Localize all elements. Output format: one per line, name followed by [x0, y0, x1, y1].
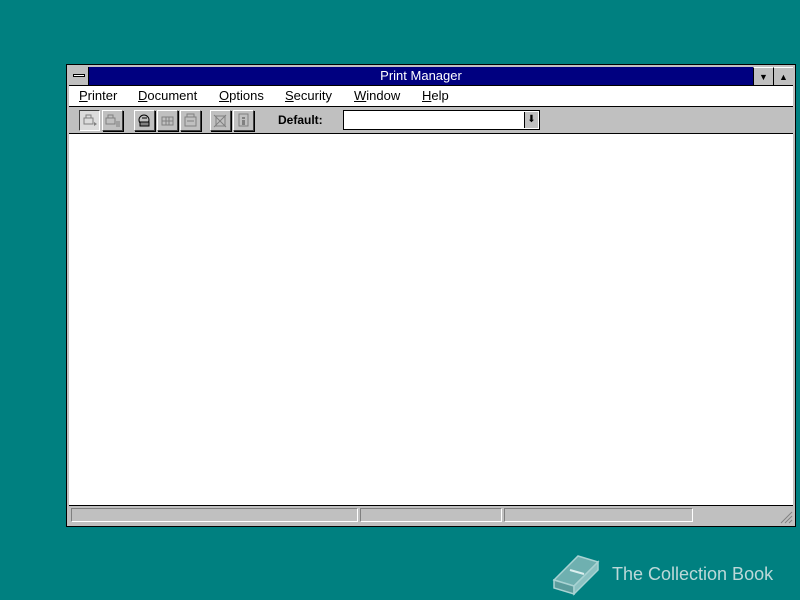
status-pane-1: [71, 508, 358, 522]
menu-accel: O: [219, 88, 230, 103]
connect-printer-icon: [83, 114, 97, 126]
status-pane-2: [360, 508, 502, 522]
title-bar[interactable]: Print Manager ▼ ▲: [69, 67, 793, 86]
resume-printer-icon: [184, 113, 197, 127]
menu-bar: Printer Document Options Security Window…: [69, 86, 793, 107]
menu-label: ptions: [229, 88, 264, 103]
menu-window[interactable]: Window: [353, 86, 401, 106]
menu-security[interactable]: Security: [284, 86, 333, 106]
resume-printer-button[interactable]: [180, 110, 201, 131]
document-details-button[interactable]: [233, 110, 254, 131]
disconnect-printer-button[interactable]: [102, 110, 123, 131]
toolbar: Default: ⬇: [69, 107, 793, 134]
maximize-button[interactable]: ▲: [773, 67, 793, 85]
menu-accel: W: [354, 88, 367, 103]
menu-printer[interactable]: Printer: [78, 86, 118, 106]
delete-document-button[interactable]: [210, 110, 231, 131]
printer-properties-icon: [138, 114, 150, 127]
menu-accel: S: [285, 88, 294, 103]
menu-label: ocument: [147, 88, 198, 103]
printer-properties-button[interactable]: [134, 110, 155, 131]
menu-accel: P: [79, 88, 88, 103]
minimize-icon: ▼: [759, 72, 768, 82]
default-printer-select[interactable]: ⬇: [343, 110, 540, 130]
status-pane-3: [504, 508, 693, 522]
system-menu-icon: [73, 74, 85, 77]
menu-options[interactable]: Options: [218, 86, 265, 106]
menu-help[interactable]: Help: [421, 86, 450, 106]
status-pane-4: [695, 508, 775, 522]
printer-list-area[interactable]: [69, 134, 793, 506]
print-manager-window: Print Manager ▼ ▲ Printer Document Optio…: [66, 64, 796, 527]
book-icon: [552, 555, 600, 596]
menu-label: indow: [366, 88, 401, 103]
delete-document-icon: [213, 114, 227, 128]
watermark-text: The Collection Book: [612, 564, 774, 584]
minimize-button[interactable]: ▼: [753, 67, 773, 85]
maximize-icon: ▲: [779, 72, 788, 82]
status-bar: [69, 506, 793, 524]
pause-printer-icon: [161, 116, 174, 126]
disconnect-printer-icon: [105, 114, 120, 127]
connect-printer-button[interactable]: [79, 110, 100, 131]
default-printer-label: Default:: [278, 113, 323, 127]
pause-printer-button[interactable]: [157, 110, 178, 131]
system-menu-button[interactable]: [69, 67, 89, 85]
resize-grip-icon[interactable]: [777, 508, 793, 524]
window-title: Print Manager: [380, 68, 462, 83]
menu-label: elp: [431, 88, 449, 103]
dropdown-arrow-icon: ⬇: [527, 114, 536, 125]
menu-document[interactable]: Document: [137, 86, 198, 106]
dropdown-button[interactable]: ⬇: [524, 112, 538, 128]
watermark: The Collection Book: [548, 550, 798, 598]
menu-label: ecurity: [293, 88, 332, 103]
menu-label: rinter: [87, 88, 118, 103]
document-details-icon: [238, 113, 249, 127]
menu-accel: H: [422, 88, 432, 103]
menu-accel: D: [138, 88, 148, 103]
